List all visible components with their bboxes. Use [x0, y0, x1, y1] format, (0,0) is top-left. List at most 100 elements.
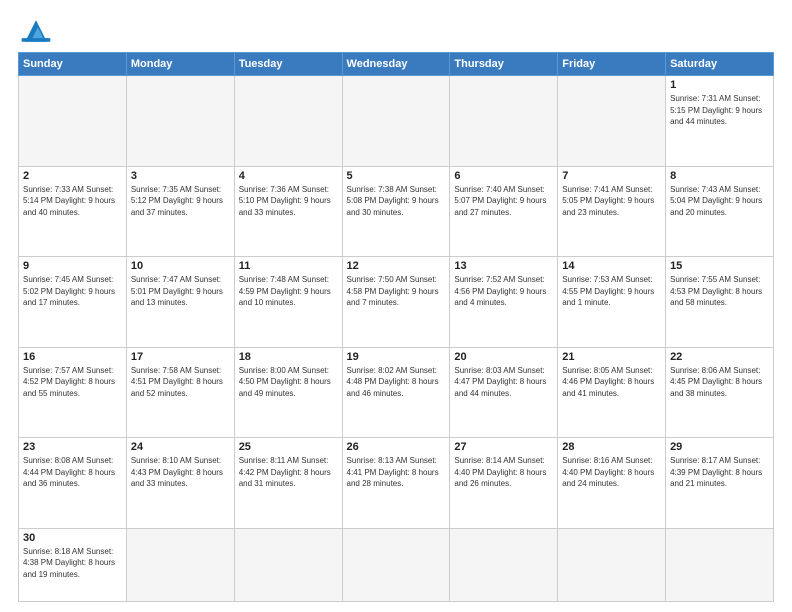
calendar-cell: 4 Sunrise: 7:36 AM Sunset: 5:10 PM Daylig…	[234, 166, 342, 257]
day-number: 22	[670, 351, 769, 363]
col-header-tuesday: Tuesday	[234, 53, 342, 76]
col-header-friday: Friday	[558, 53, 666, 76]
calendar-cell: 18 Sunrise: 8:00 AM Sunset: 4:50 PM Dayli…	[234, 347, 342, 438]
calendar-week-5: 23Sunrise: 8:08 AM Sunset: 4:44 PM Dayli…	[19, 438, 774, 529]
day-number: 14	[562, 260, 661, 272]
calendar-cell: 6 Sunrise: 7:40 AM Sunset: 5:07 PM Daylig…	[450, 166, 558, 257]
calendar-cell	[558, 528, 666, 601]
calendar-cell: 30 Sunrise: 8:18 AM Sunset: 4:38 PM Dayli…	[19, 528, 127, 601]
day-info: Sunrise: 8:06 AM Sunset: 4:45 PM Dayligh…	[670, 365, 769, 400]
day-number: 25	[239, 441, 338, 453]
header	[18, 16, 774, 44]
day-info: Sunrise: 7:43 AM Sunset: 5:04 PM Dayligh…	[670, 184, 769, 219]
calendar-cell: 8 Sunrise: 7:43 AM Sunset: 5:04 PM Daylig…	[666, 166, 774, 257]
calendar-week-4: 16 Sunrise: 7:57 AM Sunset: 4:52 PM Dayli…	[19, 347, 774, 438]
day-info: Sunrise: 7:55 AM Sunset: 4:53 PM Dayligh…	[670, 274, 769, 309]
calendar-cell	[234, 528, 342, 601]
logo	[18, 16, 58, 44]
calendar-cell: 17 Sunrise: 7:58 AM Sunset: 4:51 PM Dayli…	[126, 347, 234, 438]
day-number: 11	[239, 260, 338, 272]
day-number: 16	[23, 351, 122, 363]
day-info: Sunrise: 8:18 AM Sunset: 4:38 PM Dayligh…	[23, 546, 122, 581]
day-info: Sunrise: 7:35 AM Sunset: 5:12 PM Dayligh…	[131, 184, 230, 219]
calendar-cell: 24 Sunrise: 8:10 AM Sunset: 4:43 PM Dayli…	[126, 438, 234, 529]
day-number: 27	[454, 441, 553, 453]
day-info: Sunrise: 7:41 AM Sunset: 5:05 PM Dayligh…	[562, 184, 661, 219]
day-number: 18	[239, 351, 338, 363]
day-info: Sunrise: 7:38 AM Sunset: 5:08 PM Dayligh…	[347, 184, 446, 219]
calendar-cell: 23Sunrise: 8:08 AM Sunset: 4:44 PM Dayli…	[19, 438, 127, 529]
day-number: 17	[131, 351, 230, 363]
day-number: 20	[454, 351, 553, 363]
day-info: Sunrise: 8:17 AM Sunset: 4:39 PM Dayligh…	[670, 455, 769, 490]
calendar-cell: 14 Sunrise: 7:53 AM Sunset: 4:55 PM Dayli…	[558, 257, 666, 348]
day-info: Sunrise: 7:53 AM Sunset: 4:55 PM Dayligh…	[562, 274, 661, 309]
calendar-cell: 7Sunrise: 7:41 AM Sunset: 5:05 PM Daylig…	[558, 166, 666, 257]
calendar-cell: 22 Sunrise: 8:06 AM Sunset: 4:45 PM Dayli…	[666, 347, 774, 438]
day-info: Sunrise: 7:48 AM Sunset: 4:59 PM Dayligh…	[239, 274, 338, 309]
day-number: 6	[454, 170, 553, 182]
day-info: Sunrise: 8:02 AM Sunset: 4:48 PM Dayligh…	[347, 365, 446, 400]
calendar-week-2: 2Sunrise: 7:33 AM Sunset: 5:14 PM Daylig…	[19, 166, 774, 257]
calendar-week-1: 1Sunrise: 7:31 AM Sunset: 5:15 PM Daylig…	[19, 76, 774, 167]
calendar-cell: 28 Sunrise: 8:16 AM Sunset: 4:40 PM Dayli…	[558, 438, 666, 529]
calendar-cell	[126, 76, 234, 167]
calendar-cell: 11 Sunrise: 7:48 AM Sunset: 4:59 PM Dayli…	[234, 257, 342, 348]
day-number: 8	[670, 170, 769, 182]
day-info: Sunrise: 7:58 AM Sunset: 4:51 PM Dayligh…	[131, 365, 230, 400]
day-number: 26	[347, 441, 446, 453]
day-info: Sunrise: 8:16 AM Sunset: 4:40 PM Dayligh…	[562, 455, 661, 490]
day-info: Sunrise: 8:03 AM Sunset: 4:47 PM Dayligh…	[454, 365, 553, 400]
calendar-cell: 2Sunrise: 7:33 AM Sunset: 5:14 PM Daylig…	[19, 166, 127, 257]
calendar-cell	[450, 528, 558, 601]
calendar-cell	[666, 528, 774, 601]
calendar-week-6: 30 Sunrise: 8:18 AM Sunset: 4:38 PM Dayli…	[19, 528, 774, 601]
calendar-cell	[450, 76, 558, 167]
day-info: Sunrise: 7:40 AM Sunset: 5:07 PM Dayligh…	[454, 184, 553, 219]
calendar-cell: 19 Sunrise: 8:02 AM Sunset: 4:48 PM Dayli…	[342, 347, 450, 438]
day-info: Sunrise: 7:50 AM Sunset: 4:58 PM Dayligh…	[347, 274, 446, 309]
calendar-cell	[342, 528, 450, 601]
calendar-cell: 16 Sunrise: 7:57 AM Sunset: 4:52 PM Dayli…	[19, 347, 127, 438]
day-info: Sunrise: 8:13 AM Sunset: 4:41 PM Dayligh…	[347, 455, 446, 490]
day-info: Sunrise: 7:45 AM Sunset: 5:02 PM Dayligh…	[23, 274, 122, 309]
calendar-cell: 15 Sunrise: 7:55 AM Sunset: 4:53 PM Dayli…	[666, 257, 774, 348]
calendar-cell: 20 Sunrise: 8:03 AM Sunset: 4:47 PM Dayli…	[450, 347, 558, 438]
calendar-cell: 5 Sunrise: 7:38 AM Sunset: 5:08 PM Daylig…	[342, 166, 450, 257]
day-number: 30	[23, 532, 122, 544]
calendar-cell	[126, 528, 234, 601]
day-number: 5	[347, 170, 446, 182]
calendar-cell: 29 Sunrise: 8:17 AM Sunset: 4:39 PM Dayli…	[666, 438, 774, 529]
col-header-monday: Monday	[126, 53, 234, 76]
calendar-cell: 3Sunrise: 7:35 AM Sunset: 5:12 PM Daylig…	[126, 166, 234, 257]
day-info: Sunrise: 7:57 AM Sunset: 4:52 PM Dayligh…	[23, 365, 122, 400]
calendar-header-row: SundayMondayTuesdayWednesdayThursdayFrid…	[19, 53, 774, 76]
day-number: 24	[131, 441, 230, 453]
calendar-week-3: 9Sunrise: 7:45 AM Sunset: 5:02 PM Daylig…	[19, 257, 774, 348]
day-number: 1	[670, 79, 769, 91]
generalblue-logo-icon	[18, 16, 54, 44]
calendar-cell	[19, 76, 127, 167]
calendar-cell	[342, 76, 450, 167]
day-info: Sunrise: 7:36 AM Sunset: 5:10 PM Dayligh…	[239, 184, 338, 219]
day-number: 28	[562, 441, 661, 453]
day-number: 10	[131, 260, 230, 272]
day-info: Sunrise: 8:10 AM Sunset: 4:43 PM Dayligh…	[131, 455, 230, 490]
day-number: 19	[347, 351, 446, 363]
calendar-cell: 1Sunrise: 7:31 AM Sunset: 5:15 PM Daylig…	[666, 76, 774, 167]
col-header-saturday: Saturday	[666, 53, 774, 76]
day-number: 15	[670, 260, 769, 272]
calendar-cell: 27Sunrise: 8:14 AM Sunset: 4:40 PM Dayli…	[450, 438, 558, 529]
day-number: 21	[562, 351, 661, 363]
day-info: Sunrise: 8:08 AM Sunset: 4:44 PM Dayligh…	[23, 455, 122, 490]
day-info: Sunrise: 8:00 AM Sunset: 4:50 PM Dayligh…	[239, 365, 338, 400]
day-number: 13	[454, 260, 553, 272]
calendar-cell	[558, 76, 666, 167]
calendar-cell: 10 Sunrise: 7:47 AM Sunset: 5:01 PM Dayli…	[126, 257, 234, 348]
day-number: 4	[239, 170, 338, 182]
day-number: 29	[670, 441, 769, 453]
day-info: Sunrise: 7:47 AM Sunset: 5:01 PM Dayligh…	[131, 274, 230, 309]
calendar-table: SundayMondayTuesdayWednesdayThursdayFrid…	[18, 52, 774, 602]
day-info: Sunrise: 8:11 AM Sunset: 4:42 PM Dayligh…	[239, 455, 338, 490]
calendar-cell	[234, 76, 342, 167]
